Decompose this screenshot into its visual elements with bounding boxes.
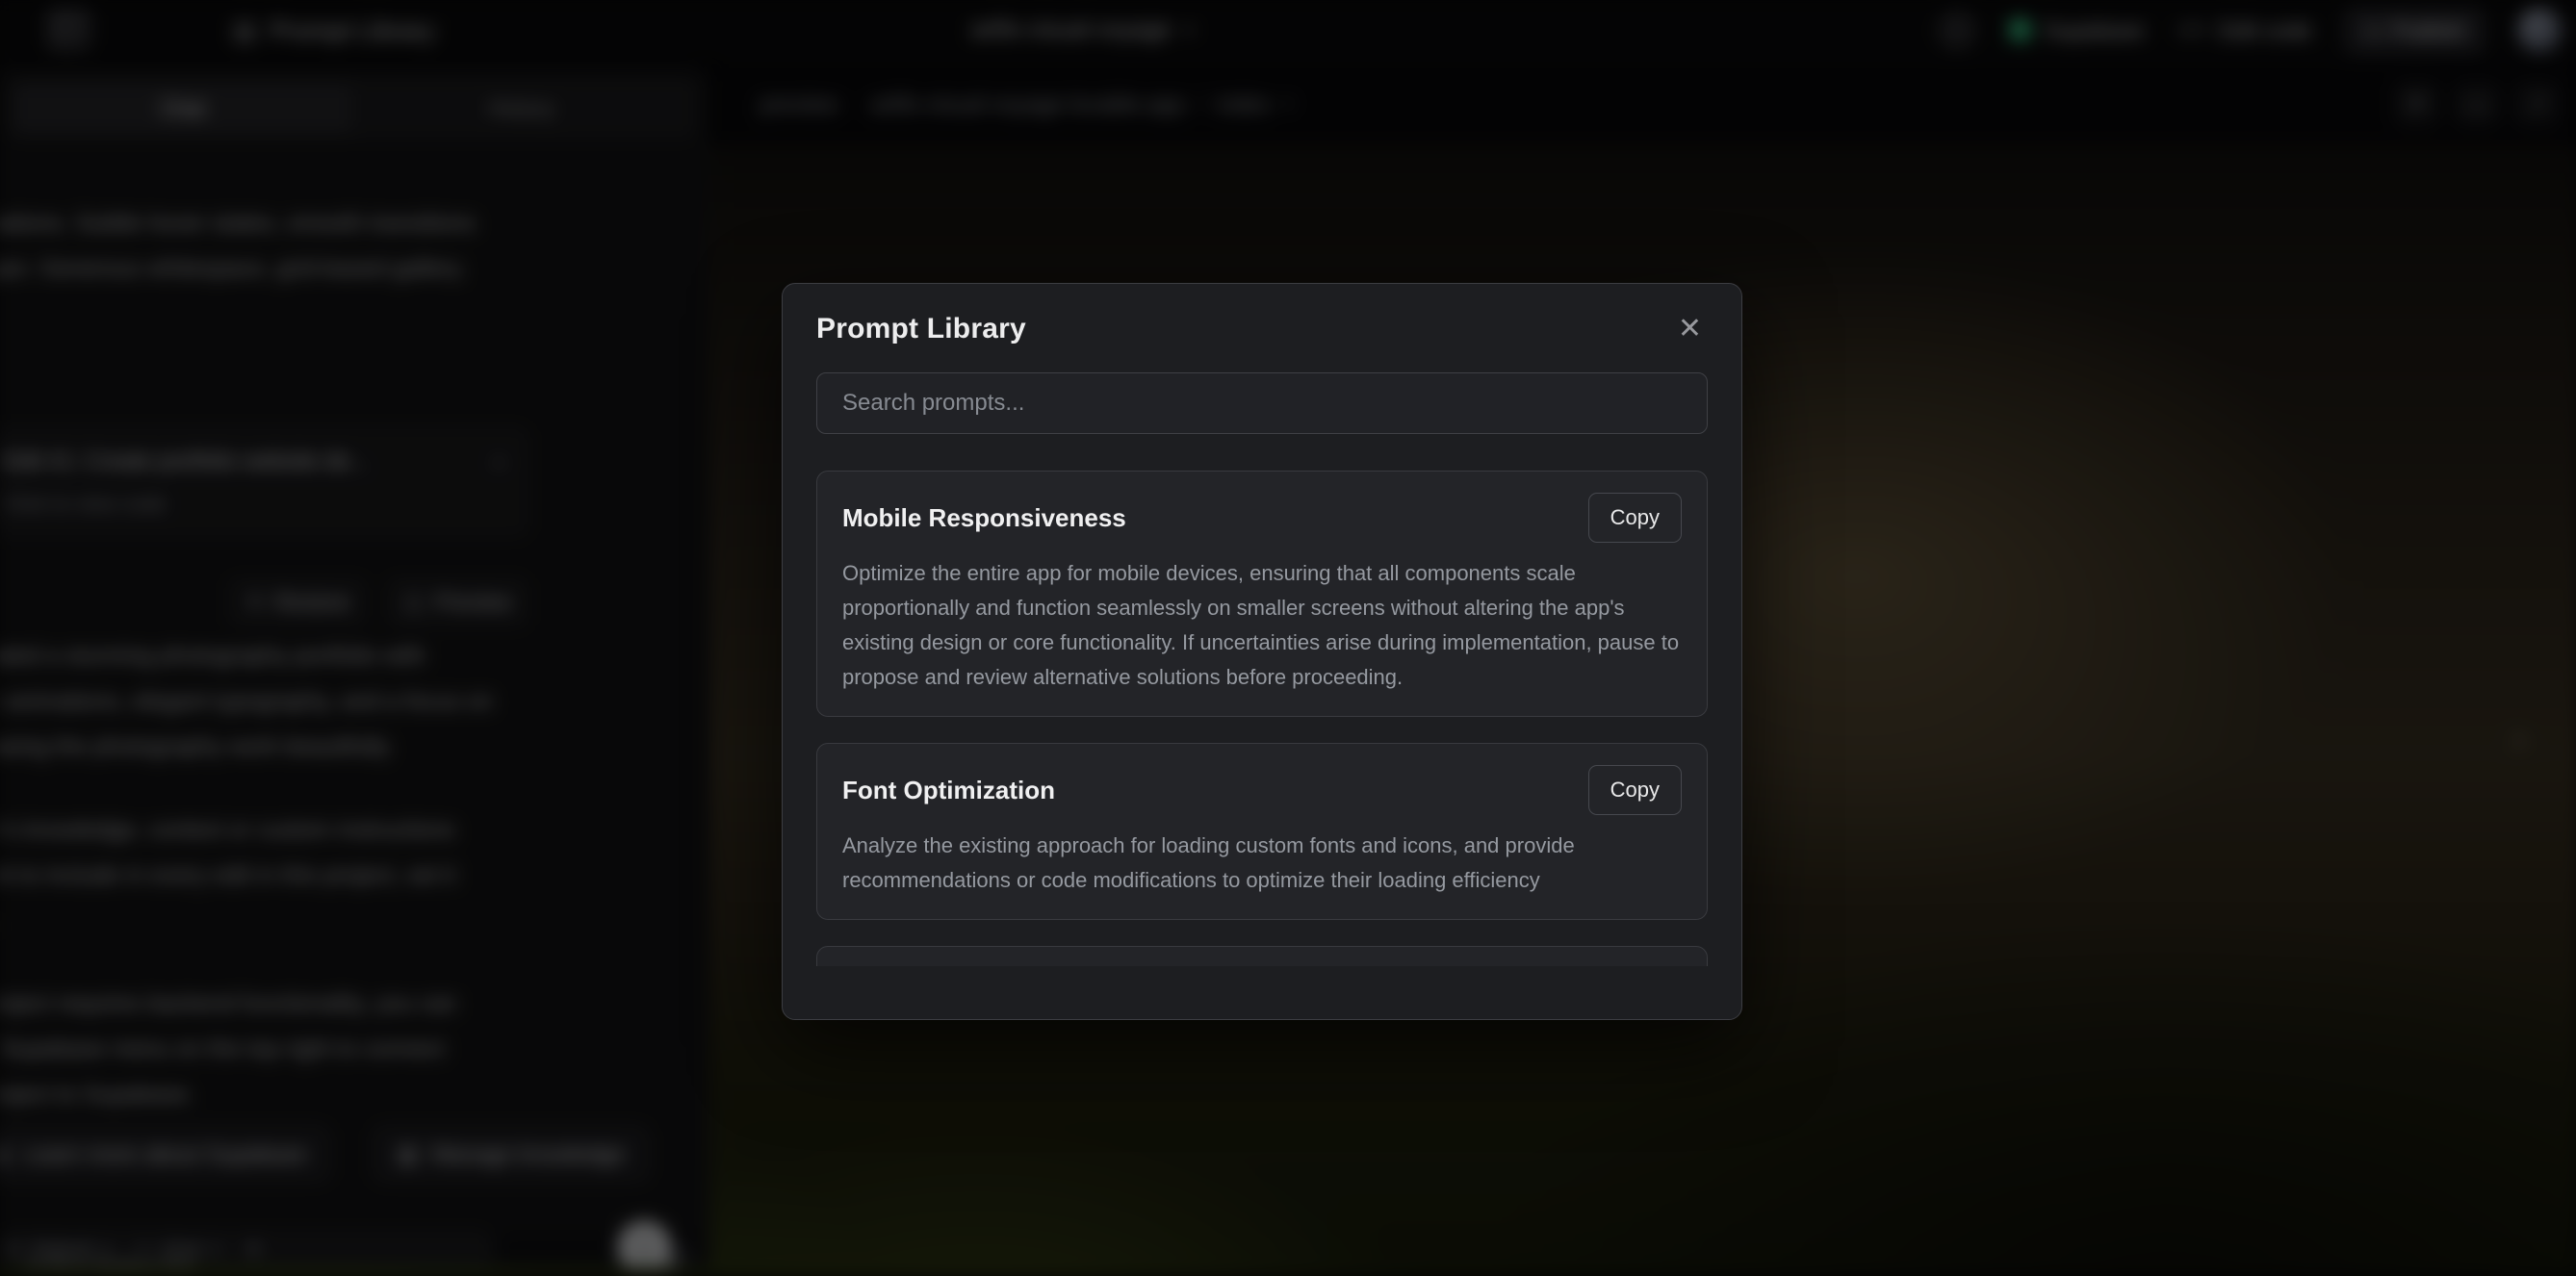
copy-button[interactable]: Copy — [1588, 493, 1682, 543]
prompt-card-partial — [816, 946, 1708, 966]
search-input[interactable] — [816, 372, 1708, 434]
copy-button[interactable]: Copy — [1588, 765, 1682, 815]
screen: › ▤ Prompt Library artfix-visual-voyage … — [0, 0, 2576, 1276]
prompt-list[interactable]: Mobile Responsiveness Copy Optimize the … — [816, 471, 1708, 966]
prompt-description: Optimize the entire app for mobile devic… — [842, 556, 1682, 695]
modal-title: Prompt Library — [816, 313, 1026, 345]
prompt-card: Mobile Responsiveness Copy Optimize the … — [816, 471, 1708, 717]
prompt-card: Font Optimization Copy Analyze the exist… — [816, 743, 1708, 920]
prompt-title: Mobile Responsiveness — [842, 503, 1126, 533]
modal-header: Prompt Library ✕ — [816, 313, 1708, 345]
prompt-title: Font Optimization — [842, 776, 1055, 805]
prompt-description: Analyze the existing approach for loadin… — [842, 829, 1682, 898]
prompt-library-modal: Prompt Library ✕ Mobile Responsiveness C… — [782, 283, 1742, 1020]
close-icon[interactable]: ✕ — [1672, 313, 1708, 345]
